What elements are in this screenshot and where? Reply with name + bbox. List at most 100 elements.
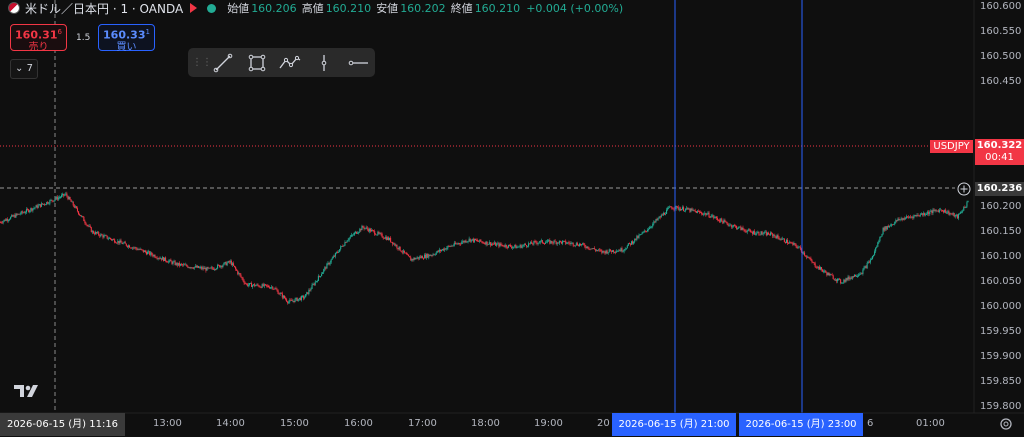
candle-body (893, 224, 895, 226)
candle-body (489, 242, 491, 246)
candle-body (174, 261, 176, 265)
candle-body (847, 276, 849, 280)
sell-button[interactable]: 160.316 売り (10, 24, 67, 53)
rectangle-icon[interactable] (240, 48, 274, 77)
candle-body (639, 234, 641, 236)
horizontal-ray-icon[interactable] (341, 48, 375, 77)
candle-body (280, 293, 282, 294)
trend-line-icon[interactable] (206, 48, 240, 77)
candle-body (960, 212, 962, 214)
spread-value: 1.5 (76, 33, 91, 43)
candle-body (400, 250, 402, 252)
candle-body (931, 210, 933, 214)
change-value: +0.004 (+0.00%) (526, 1, 624, 15)
candle-body (861, 273, 863, 275)
candle-body (87, 225, 89, 227)
candle-body (342, 246, 344, 247)
candle-body (746, 230, 748, 233)
symbol-title[interactable]: 米ドル／日本円 · 1 · OANDA (25, 0, 183, 17)
candle-body (511, 246, 513, 248)
candle-body (671, 206, 673, 209)
candle-body (937, 210, 939, 213)
candle-body (68, 197, 70, 200)
candle-body (851, 276, 853, 279)
candle-body (916, 214, 918, 216)
candle-body (584, 244, 586, 247)
candle-body (102, 235, 104, 238)
candle-body (900, 218, 902, 220)
candle-body (123, 242, 125, 244)
candle-body (21, 211, 23, 213)
candle-body (93, 233, 96, 235)
drag-handle-icon[interactable]: ⋮⋮ (192, 57, 212, 68)
candle-body (340, 246, 342, 250)
price-tick: 160.100 (980, 251, 1022, 262)
candle-body (447, 245, 449, 248)
indicator-toggle-button[interactable]: ⌄ 7 (10, 59, 38, 79)
candle-body (691, 208, 693, 210)
candle-body (481, 241, 483, 243)
crosshair-price-tag: 160.236 (975, 182, 1024, 196)
price-tick: 159.900 (980, 351, 1022, 362)
candle-body (714, 216, 716, 218)
candle-body (366, 227, 368, 230)
path-icon[interactable] (274, 48, 308, 77)
candle-body (568, 242, 570, 244)
flag-marker-icon[interactable] (190, 3, 198, 13)
candle-body (318, 275, 321, 277)
candle-body (898, 218, 900, 220)
candle-body (515, 244, 517, 249)
candle-body (677, 206, 679, 210)
candle-body (169, 259, 171, 261)
candle-body (416, 257, 418, 259)
candle-body (923, 213, 926, 215)
candle-body (750, 231, 753, 233)
candle-body (328, 262, 330, 265)
candle-body (145, 252, 148, 255)
candle-body (454, 242, 456, 245)
candle-body (546, 241, 548, 243)
candle-body (882, 227, 884, 234)
candle-body (341, 246, 343, 247)
candle-body (248, 283, 250, 285)
candle-body (305, 294, 307, 298)
candle-body (919, 214, 921, 217)
candle-body (824, 270, 826, 272)
candle-body (89, 225, 91, 228)
vertical-line-icon[interactable] (307, 48, 341, 77)
marker-time-tag-2100[interactable]: 2026-06-15 (月) 21:00 (612, 413, 736, 436)
candle-body (812, 262, 814, 263)
candle-body (283, 295, 286, 299)
candle-body (53, 200, 55, 202)
candle-body (952, 213, 954, 215)
candle-body (921, 213, 923, 215)
candle-body (745, 231, 747, 233)
close-label: 終値 (450, 2, 473, 15)
marker-time-tag-2300[interactable]: 2026-06-15 (月) 23:00 (739, 413, 863, 436)
indicator-count: 7 (26, 63, 33, 74)
candle-body (131, 247, 133, 249)
candle-body (387, 237, 390, 240)
candle-body (149, 251, 151, 255)
candle-body (653, 221, 655, 224)
candle-body (359, 228, 361, 232)
candle-body (401, 251, 403, 253)
candle-body (724, 220, 726, 222)
candle-body (57, 197, 59, 200)
candle-body (220, 265, 222, 268)
candle-body (945, 209, 947, 214)
candle-body (799, 246, 801, 249)
candle-body (84, 221, 86, 223)
gear-icon[interactable] (997, 415, 1015, 433)
candle-body (257, 284, 259, 286)
candle-body (622, 251, 624, 253)
candle-body (967, 200, 969, 203)
buy-button[interactable]: 160.331 買い (98, 24, 155, 53)
candle-body (277, 290, 279, 294)
candle-body (496, 243, 498, 246)
tradingview-logo-icon[interactable] (13, 383, 39, 403)
candle-body (234, 265, 236, 267)
candle-body (594, 249, 596, 251)
price-chart[interactable] (0, 0, 1024, 436)
candle-body (618, 250, 620, 252)
